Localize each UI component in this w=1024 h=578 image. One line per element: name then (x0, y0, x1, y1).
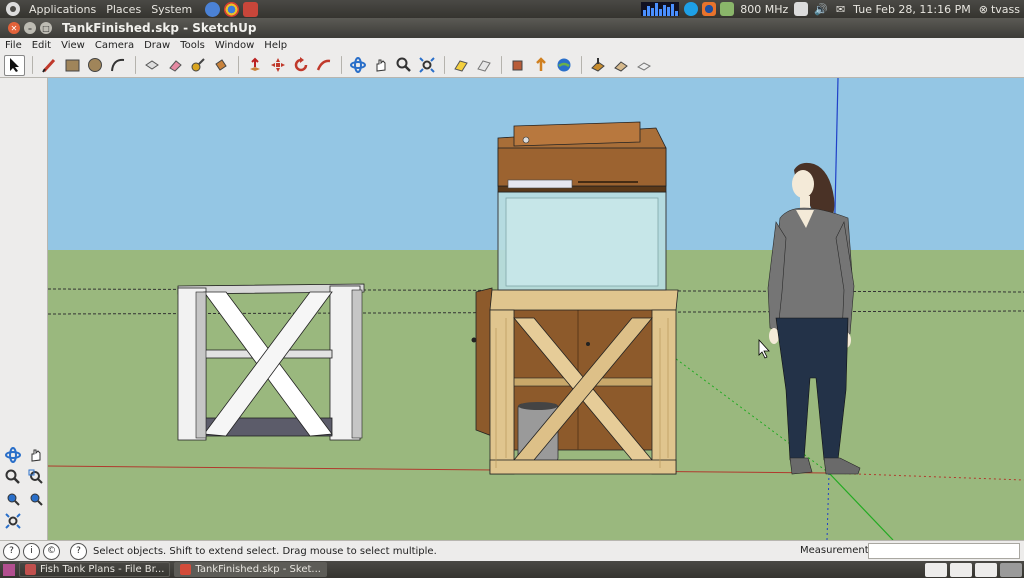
zoom-extents-icon[interactable] (2, 510, 23, 531)
toolbar-separator (444, 56, 445, 74)
menu-applications[interactable]: Applications (24, 3, 101, 16)
user-name: tvass (990, 2, 1020, 16)
menu-window[interactable]: Window (210, 40, 259, 51)
task-label: Fish Tank Plans - File Br... (40, 564, 165, 575)
place-model-icon[interactable] (633, 55, 654, 76)
folder-icon (25, 564, 36, 575)
toolbar-separator (341, 56, 342, 74)
fish-tank-stand-model (471, 121, 679, 475)
menu-tools[interactable]: Tools (175, 40, 210, 51)
credits-icon[interactable]: i (23, 542, 40, 560)
maximize-window-button[interactable]: □ (40, 22, 52, 34)
window-title: TankFinished.skp - SketchUp (62, 21, 257, 35)
circle-icon[interactable] (84, 55, 105, 76)
user-menu[interactable]: ⊗ tvass (975, 3, 1024, 16)
close-window-button[interactable]: ✕ (8, 22, 20, 34)
help-icon[interactable]: © (43, 542, 60, 560)
cpu-frequency[interactable]: 800 MHz (736, 3, 792, 16)
pencil-line-icon[interactable] (38, 55, 59, 76)
taskbar: Fish Tank Plans - File Br... TankFinishe… (0, 561, 1024, 578)
model-viewport[interactable] (48, 78, 1024, 540)
mail-icon[interactable]: ✉ (832, 3, 849, 16)
make-component-icon[interactable] (141, 55, 162, 76)
menu-system[interactable]: System (146, 3, 197, 16)
eraser-icon[interactable] (164, 55, 185, 76)
menu-places[interactable]: Places (101, 3, 146, 16)
toolbar-separator (238, 56, 239, 74)
menu-camera[interactable]: Camera (90, 40, 139, 51)
left-camera-toolbar (0, 78, 48, 540)
toolbar-separator (581, 56, 582, 74)
status-bar: ? i © ? Select objects. Shift to extend … (0, 540, 1024, 561)
task-label: TankFinished.skp - Sket... (195, 564, 321, 575)
ubuntu-logo-icon[interactable] (6, 2, 20, 16)
battery-icon[interactable] (720, 2, 735, 16)
main-toolbar (0, 53, 1024, 78)
minimize-window-button[interactable]: – (24, 22, 36, 34)
instructor-icon[interactable]: ? (70, 542, 87, 560)
move-icon[interactable] (267, 55, 288, 76)
sketchup-launcher-icon[interactable] (243, 1, 259, 17)
arc-icon[interactable] (107, 55, 128, 76)
show-desktop-icon[interactable] (3, 563, 15, 576)
sketchup-icon (180, 564, 192, 575)
firefox-icon[interactable] (702, 2, 717, 16)
menu-file[interactable]: File (0, 40, 27, 51)
push-pull-icon[interactable] (244, 55, 265, 76)
zoom-icon[interactable] (2, 466, 23, 487)
geo-location-icon[interactable]: ? (3, 542, 20, 560)
zoom-extents-icon[interactable] (416, 55, 437, 76)
volume-icon[interactable]: 🔊 (810, 3, 832, 16)
task-file-browser[interactable]: Fish Tank Plans - File Br... (19, 562, 171, 577)
toolbar-separator (135, 56, 136, 74)
follow-me-icon[interactable] (313, 55, 334, 76)
toggle-terrain-icon[interactable] (610, 55, 631, 76)
next-view-icon[interactable] (25, 488, 46, 509)
workspace-3[interactable] (975, 562, 997, 577)
select-arrow-icon[interactable] (4, 54, 25, 76)
workspace-2[interactable] (950, 562, 972, 577)
chromium-launcher-icon[interactable] (205, 1, 221, 17)
system-tray: 800 MHz 🔊 ✉ Tue Feb 28, 11:16 PM ⊗ tvass (638, 0, 1024, 18)
rectangle-icon[interactable] (61, 55, 82, 76)
toolbar-separator (501, 56, 502, 74)
task-sketchup[interactable]: TankFinished.skp - Sket... (174, 562, 327, 577)
previous-view-icon[interactable] (2, 488, 23, 509)
orbit-icon[interactable] (2, 444, 23, 465)
menu-draw[interactable]: Draw (139, 40, 175, 51)
rotate-icon[interactable] (290, 55, 311, 76)
measurements-input[interactable] (868, 543, 1020, 559)
chrome-launcher-icon[interactable] (224, 1, 240, 17)
zoom-window-icon[interactable] (25, 466, 46, 487)
window-titlebar[interactable]: ✕ – □ TankFinished.skp - SketchUp (0, 18, 1024, 38)
get-current-view-icon[interactable] (587, 55, 608, 76)
network-icon[interactable] (794, 2, 809, 16)
measurements-label: Measurements (800, 545, 874, 556)
menu-edit[interactable]: Edit (27, 40, 56, 51)
previous-view-icon[interactable] (450, 55, 471, 76)
status-message: Select objects. Shift to extend select. … (93, 545, 437, 557)
workspace-1[interactable] (925, 562, 947, 577)
trash-icon[interactable] (1000, 562, 1022, 577)
pan-icon[interactable] (25, 444, 46, 465)
share-model-icon[interactable] (530, 55, 551, 76)
paint-bucket-icon[interactable] (210, 55, 231, 76)
zoom-icon[interactable] (393, 55, 414, 76)
menu-view[interactable]: View (56, 40, 90, 51)
pan-icon[interactable] (370, 55, 391, 76)
google-earth-icon[interactable] (553, 55, 574, 76)
get-models-icon[interactable] (507, 55, 528, 76)
tape-measure-icon[interactable] (187, 55, 208, 76)
orbit-icon[interactable] (347, 55, 368, 76)
next-view-icon[interactable] (473, 55, 494, 76)
power-icon: ⊗ (978, 2, 988, 16)
menu-help[interactable]: Help (259, 40, 292, 51)
skype-icon[interactable] (684, 2, 699, 16)
top-panel: Applications Places System 800 MHz 🔊 ✉ T… (0, 0, 1024, 18)
cpu-graph (641, 2, 680, 16)
toolbar-separator (32, 56, 33, 74)
clock[interactable]: Tue Feb 28, 11:16 PM (849, 3, 975, 16)
menubar: File Edit View Camera Draw Tools Window … (0, 38, 1024, 53)
